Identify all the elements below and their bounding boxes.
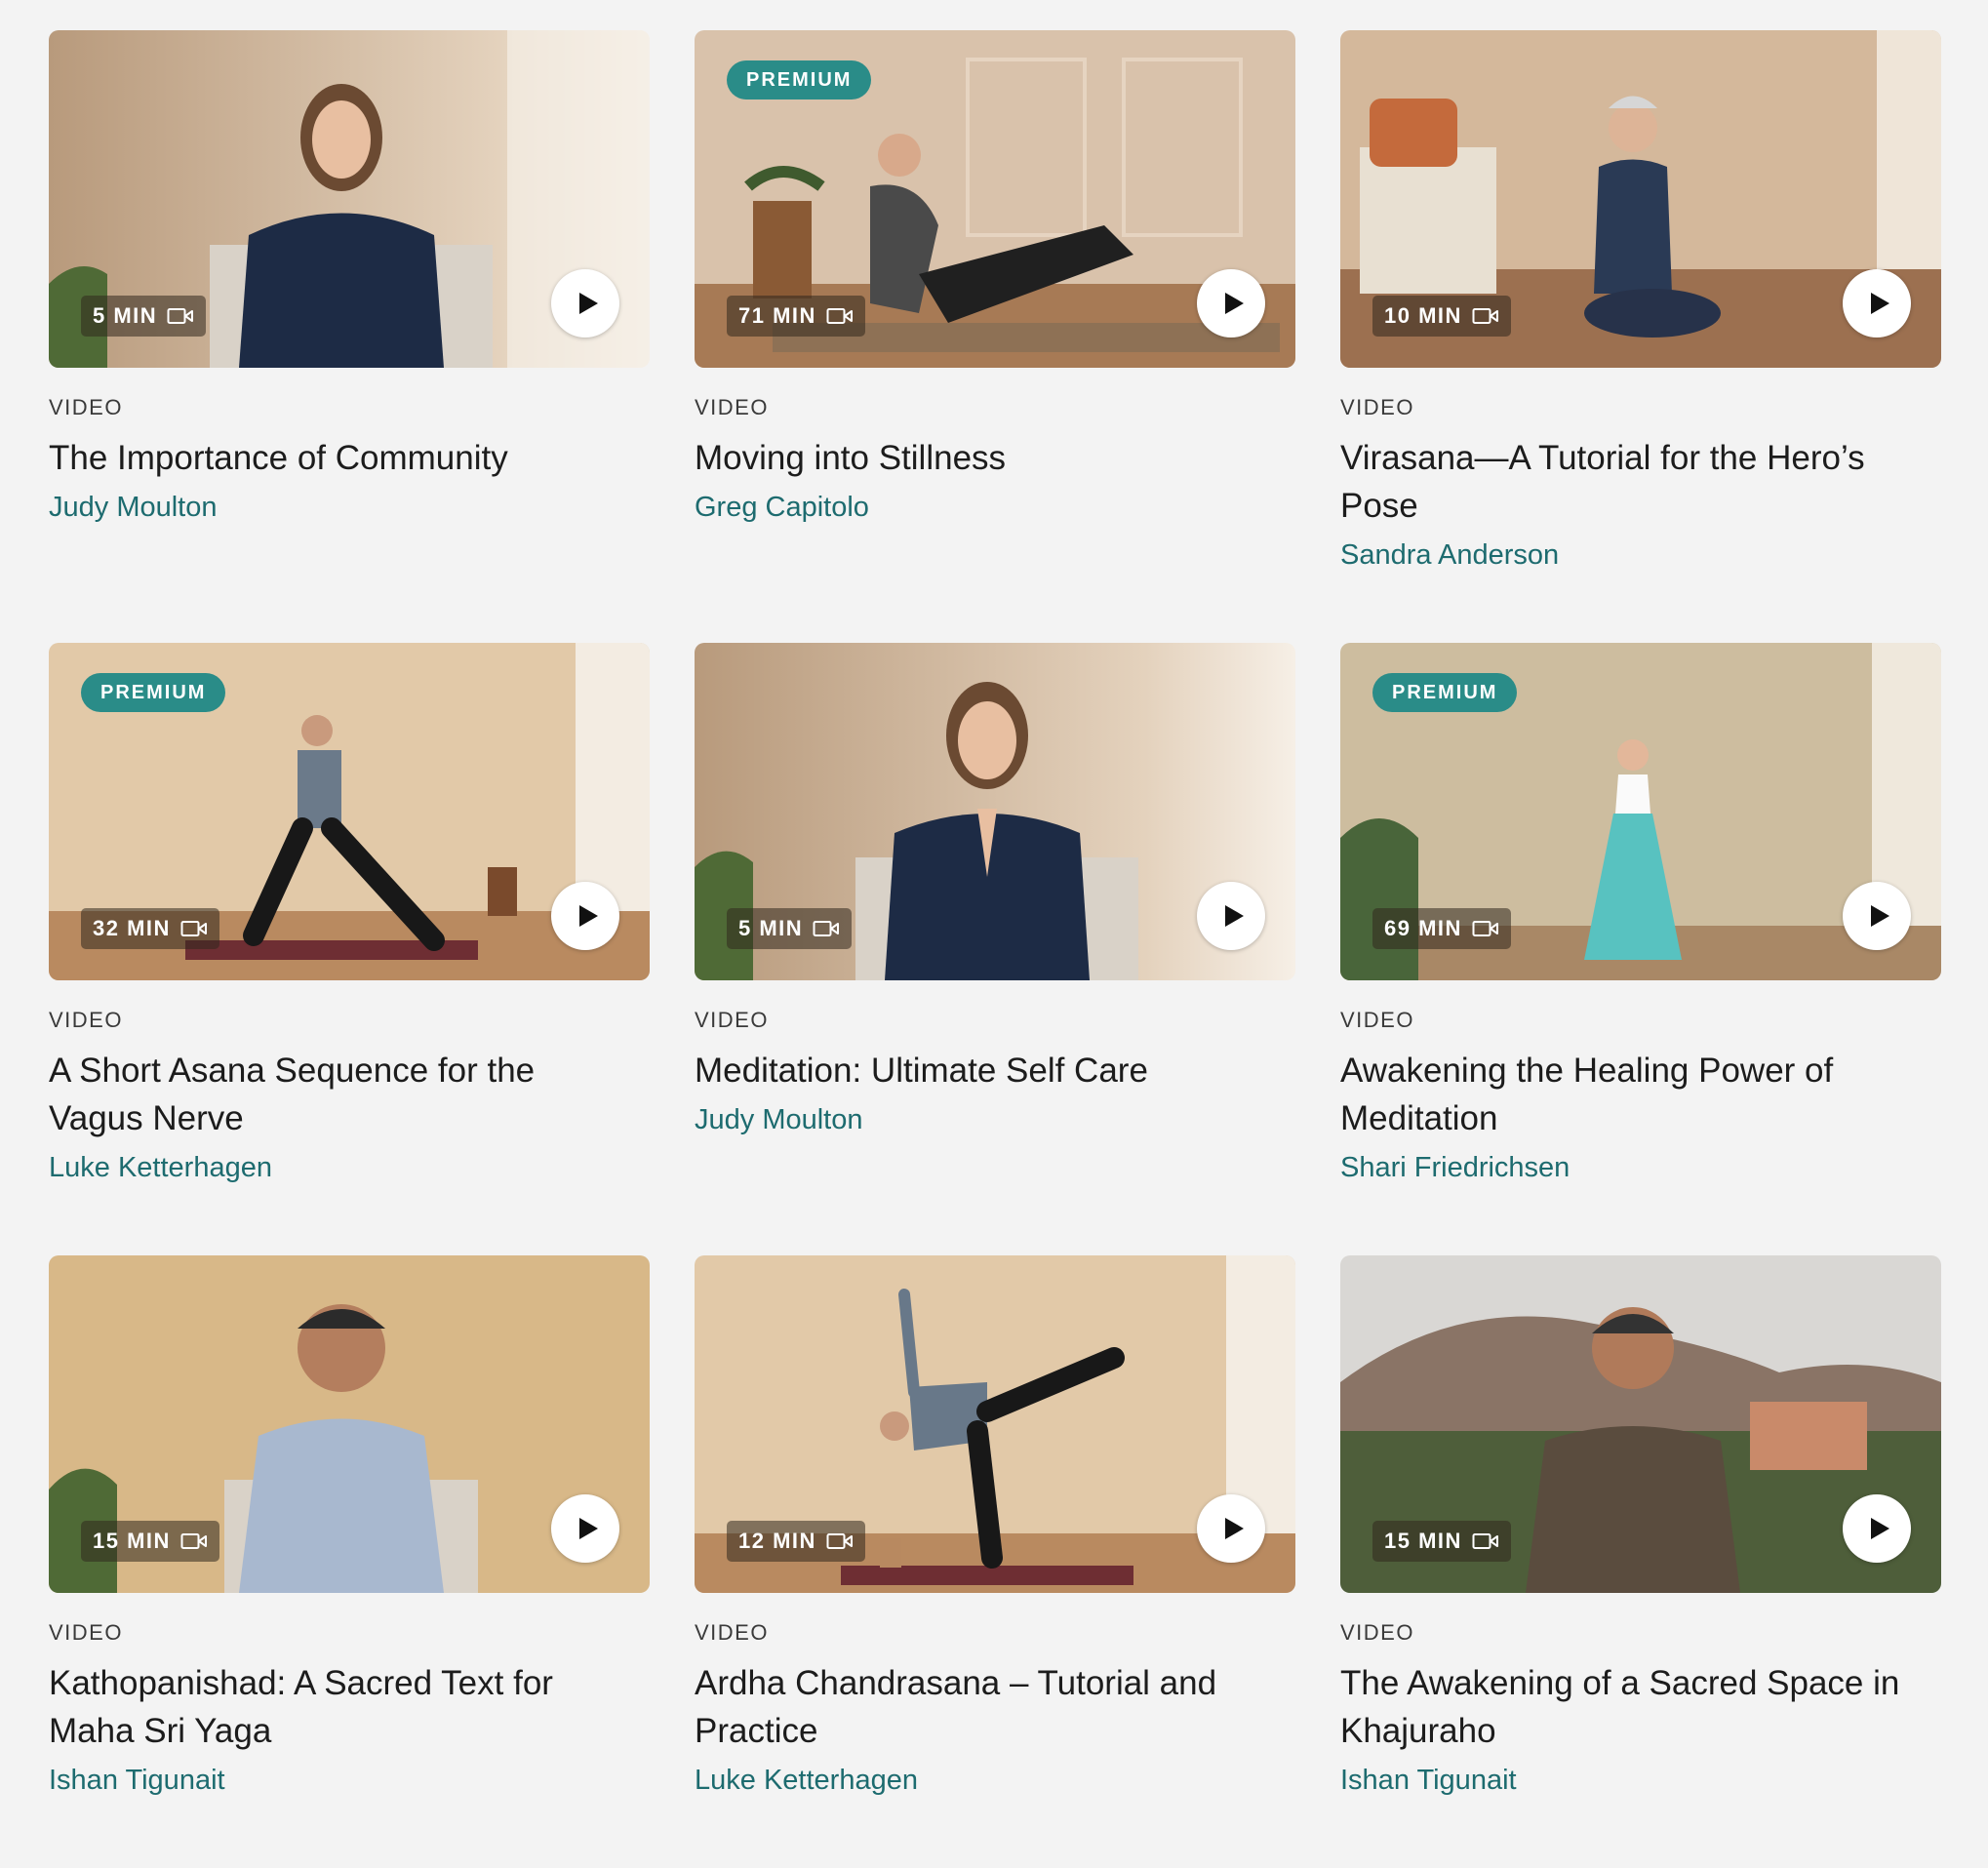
content-type-label: VIDEO bbox=[695, 1008, 769, 1032]
duration-label: 5 MIN bbox=[738, 916, 804, 940]
video-thumbnail[interactable]: 5 MIN bbox=[49, 30, 650, 368]
video-card[interactable]: PREMIUM 71 MIN VIDEO Moving into Stillne… bbox=[695, 30, 1295, 643]
play-icon bbox=[1870, 293, 1889, 314]
duration-badge: 71 MIN bbox=[727, 296, 865, 337]
play-button[interactable] bbox=[551, 882, 619, 950]
duration-label: 10 MIN bbox=[1384, 303, 1462, 328]
play-icon bbox=[1870, 905, 1889, 927]
author-link[interactable]: Shari Friedrichsen bbox=[1340, 1148, 1941, 1187]
video-card[interactable]: 12 MIN VIDEO Ardha Chandrasana – Tutoria… bbox=[695, 1255, 1295, 1868]
play-button[interactable] bbox=[1843, 1494, 1911, 1563]
premium-badge: PREMIUM bbox=[81, 673, 226, 712]
play-button[interactable] bbox=[551, 269, 619, 338]
duration-badge: 15 MIN bbox=[1372, 1521, 1511, 1562]
play-button[interactable] bbox=[1843, 269, 1911, 338]
video-camera-icon bbox=[826, 308, 853, 324]
content-type-label: VIDEO bbox=[695, 1620, 769, 1645]
play-button[interactable] bbox=[551, 1494, 619, 1563]
video-title[interactable]: Moving into Stillness bbox=[695, 434, 1280, 482]
video-title[interactable]: Virasana—A Tutorial for the Hero’s Pose bbox=[1340, 434, 1926, 530]
duration-badge: 5 MIN bbox=[81, 296, 207, 337]
author-link[interactable]: Luke Ketterhagen bbox=[695, 1761, 1295, 1800]
content-type-label: VIDEO bbox=[1340, 395, 1414, 419]
duration-badge: 12 MIN bbox=[727, 1521, 865, 1562]
video-title[interactable]: Meditation: Ultimate Self Care bbox=[695, 1047, 1280, 1094]
content-type-label: VIDEO bbox=[1340, 1620, 1414, 1645]
video-card[interactable]: 10 MIN VIDEO Virasana—A Tutorial for the… bbox=[1340, 30, 1941, 643]
video-camera-icon bbox=[167, 308, 194, 324]
video-title[interactable]: Kathopanishad: A Sacred Text for Maha Sr… bbox=[49, 1659, 634, 1755]
duration-label: 15 MIN bbox=[1384, 1529, 1462, 1553]
play-button[interactable] bbox=[1197, 269, 1265, 338]
play-icon bbox=[1870, 1518, 1889, 1539]
play-icon bbox=[578, 293, 598, 314]
duration-label: 69 MIN bbox=[1384, 916, 1462, 940]
video-grid: 5 MIN VIDEO The Importance of Community … bbox=[49, 30, 1941, 1868]
duration-badge: 32 MIN bbox=[81, 908, 219, 949]
duration-label: 12 MIN bbox=[738, 1529, 816, 1553]
video-camera-icon bbox=[1472, 1533, 1498, 1549]
content-type-label: VIDEO bbox=[695, 395, 769, 419]
content-type-label: VIDEO bbox=[49, 1008, 123, 1032]
author-link[interactable]: Judy Moulton bbox=[695, 1100, 1295, 1139]
author-link[interactable]: Luke Ketterhagen bbox=[49, 1148, 650, 1187]
video-thumbnail[interactable]: 5 MIN bbox=[695, 643, 1295, 980]
play-button[interactable] bbox=[1843, 882, 1911, 950]
duration-label: 5 MIN bbox=[93, 303, 158, 328]
video-thumbnail[interactable]: PREMIUM 71 MIN bbox=[695, 30, 1295, 368]
video-thumbnail[interactable]: 15 MIN bbox=[49, 1255, 650, 1593]
video-thumbnail[interactable]: 10 MIN bbox=[1340, 30, 1941, 368]
duration-badge: 5 MIN bbox=[727, 908, 853, 949]
duration-label: 71 MIN bbox=[738, 303, 816, 328]
video-title[interactable]: Awakening the Healing Power of Meditatio… bbox=[1340, 1047, 1926, 1142]
video-camera-icon bbox=[180, 1533, 207, 1549]
author-link[interactable]: Ishan Tigunait bbox=[1340, 1761, 1941, 1800]
premium-badge: PREMIUM bbox=[727, 60, 872, 99]
play-button[interactable] bbox=[1197, 1494, 1265, 1563]
content-type-label: VIDEO bbox=[49, 395, 123, 419]
duration-label: 32 MIN bbox=[93, 916, 171, 940]
video-title[interactable]: A Short Asana Sequence for the Vagus Ner… bbox=[49, 1047, 634, 1142]
premium-badge: PREMIUM bbox=[1372, 673, 1518, 712]
play-button[interactable] bbox=[1197, 882, 1265, 950]
video-title[interactable]: The Importance of Community bbox=[49, 434, 634, 482]
video-thumbnail[interactable]: 15 MIN bbox=[1340, 1255, 1941, 1593]
duration-badge: 10 MIN bbox=[1372, 296, 1511, 337]
content-type-label: VIDEO bbox=[49, 1620, 123, 1645]
video-card[interactable]: PREMIUM 69 MIN VIDEO Awakening the Heali… bbox=[1340, 643, 1941, 1255]
video-camera-icon bbox=[826, 1533, 853, 1549]
video-camera-icon bbox=[1472, 308, 1498, 324]
video-thumbnail[interactable]: 12 MIN bbox=[695, 1255, 1295, 1593]
video-thumbnail[interactable]: PREMIUM 32 MIN bbox=[49, 643, 650, 980]
video-card[interactable]: 5 MIN VIDEO The Importance of Community … bbox=[49, 30, 650, 643]
video-card[interactable]: PREMIUM 32 MIN VIDEO A Short Asana Seque… bbox=[49, 643, 650, 1255]
author-link[interactable]: Judy Moulton bbox=[49, 488, 650, 527]
video-thumbnail[interactable]: PREMIUM 69 MIN bbox=[1340, 643, 1941, 980]
video-card[interactable]: 15 MIN VIDEO Kathopanishad: A Sacred Tex… bbox=[49, 1255, 650, 1868]
play-icon bbox=[1224, 1518, 1244, 1539]
duration-label: 15 MIN bbox=[93, 1529, 171, 1553]
content-type-label: VIDEO bbox=[1340, 1008, 1414, 1032]
author-link[interactable]: Ishan Tigunait bbox=[49, 1761, 650, 1800]
video-camera-icon bbox=[1472, 921, 1498, 936]
play-icon bbox=[578, 905, 598, 927]
video-title[interactable]: Ardha Chandrasana – Tutorial and Practic… bbox=[695, 1659, 1280, 1755]
duration-badge: 15 MIN bbox=[81, 1521, 219, 1562]
video-title[interactable]: The Awakening of a Sacred Space in Khaju… bbox=[1340, 1659, 1926, 1755]
play-icon bbox=[1224, 293, 1244, 314]
play-icon bbox=[1224, 905, 1244, 927]
author-link[interactable]: Sandra Anderson bbox=[1340, 536, 1941, 575]
duration-badge: 69 MIN bbox=[1372, 908, 1511, 949]
video-card[interactable]: 15 MIN VIDEO The Awakening of a Sacred S… bbox=[1340, 1255, 1941, 1868]
author-link[interactable]: Greg Capitolo bbox=[695, 488, 1295, 527]
video-camera-icon bbox=[180, 921, 207, 936]
video-card[interactable]: 5 MIN VIDEO Meditation: Ultimate Self Ca… bbox=[695, 643, 1295, 1255]
play-icon bbox=[578, 1518, 598, 1539]
video-camera-icon bbox=[813, 921, 840, 936]
